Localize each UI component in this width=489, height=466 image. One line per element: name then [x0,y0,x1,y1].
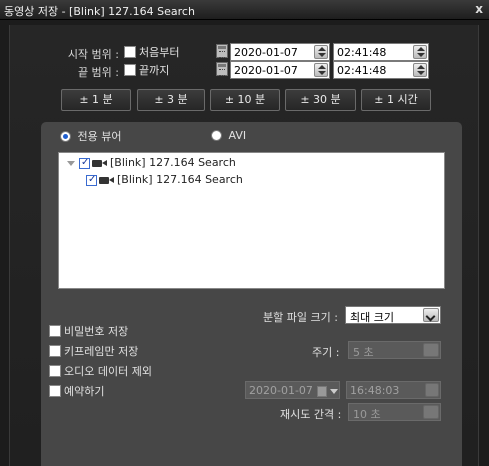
avi-option[interactable]: AVI [211,128,246,142]
dedicated-viewer-label: 전용 뷰어 [77,130,122,143]
to-end-option[interactable]: 끝까지 [124,62,169,78]
calendar-icon[interactable] [316,385,327,397]
calendar-icon[interactable] [216,62,228,76]
avi-label: AVI [228,128,247,142]
plus-minus-3-min-button[interactable]: ± 3 분 [137,89,205,111]
schedule-option[interactable]: 예약하기 [49,383,104,399]
keyframe-only-option[interactable]: 키프레임만 저장 [49,343,138,359]
window-title: 동영상 저장 - [Blink] 127.164 Search [4,5,195,18]
period-value: 5 초 [353,346,374,359]
schedule-time-spinner[interactable] [425,383,439,397]
plus-minus-1-min-button[interactable]: ± 1 분 [61,89,131,111]
end-date-field[interactable]: 2020-01-07 [230,61,330,79]
tree-child-checkbox[interactable] [86,173,97,187]
calendar-icon[interactable] [216,44,228,58]
chevron-down-icon[interactable] [329,388,338,394]
end-time-field[interactable]: 02:41:48 [333,61,429,79]
plus-minus-1-hour-button[interactable]: ± 1 시간 [361,89,431,111]
plus-minus-30-min-button[interactable]: ± 30 분 [285,89,356,111]
schedule-checkbox[interactable] [49,385,61,397]
start-time-spinner[interactable] [413,45,427,59]
expand-arrow-icon[interactable] [67,160,75,166]
save-password-checkbox[interactable] [49,325,61,337]
title-bar: 동영상 저장 - [Blink] 127.164 Search x [0,0,489,20]
keyframe-only-label: 키프레임만 저장 [64,345,139,358]
dedicated-viewer-radio[interactable] [60,130,71,142]
tree-root-node[interactable]: [Blink] 127.164 Search [67,156,236,170]
end-date-value: 2020-01-07 [234,64,298,77]
split-size-value: 최대 크기 [350,311,394,324]
end-time-spinner[interactable] [413,63,427,77]
period-select[interactable]: 5 초 [348,341,441,359]
plus-minus-10-min-button[interactable]: ± 10 분 [210,89,280,111]
split-size-label: 분할 파일 크기 : [263,311,338,324]
tree-root-checkbox[interactable] [79,156,90,170]
start-date-spinner[interactable] [314,45,328,59]
save-password-label: 비밀번호 저장 [64,325,129,338]
exclude-audio-option[interactable]: 오디오 데이터 제외 [49,363,152,379]
retry-interval-label: 재시도 간격 : [280,408,342,421]
chevron-down-icon[interactable] [423,405,439,419]
retry-interval-select[interactable]: 10 초 [348,403,441,421]
end-time-value: 02:41:48 [337,64,387,77]
tree-root-label: [Blink] 127.164 Search [110,156,236,169]
from-beginning-label: 처음부터 [139,46,180,59]
end-date-spinner[interactable] [314,63,328,77]
schedule-date-value: 2020-01-07 [249,384,313,397]
from-beginning-option[interactable]: 처음부터 [124,44,179,60]
chevron-down-icon[interactable] [423,343,439,357]
tree-child-label: [Blink] 127.164 Search [117,173,243,186]
start-time-value: 02:41:48 [337,46,387,59]
to-end-label: 끝까지 [139,64,170,77]
chevron-down-icon[interactable] [423,308,439,322]
camera-icon [99,176,115,185]
exclude-audio-label: 오디오 데이터 제외 [64,365,152,378]
avi-radio[interactable] [211,129,222,141]
retry-interval-value: 10 초 [353,408,381,421]
save-password-option[interactable]: 비밀번호 저장 [49,323,128,339]
end-range-label: 끝 범위 : [77,66,119,79]
start-date-field[interactable]: 2020-01-07 [230,43,330,61]
to-end-checkbox[interactable] [124,64,136,76]
keyframe-only-checkbox[interactable] [49,345,61,357]
camera-icon [92,159,108,168]
period-label: 주기 : [312,346,340,359]
schedule-time-field[interactable]: 16:48:03 [346,381,441,399]
tree-child-node[interactable]: [Blink] 127.164 Search [86,173,243,187]
start-date-value: 2020-01-07 [234,46,298,59]
from-beginning-checkbox[interactable] [124,46,136,58]
schedule-date-field[interactable]: 2020-01-07 [245,381,340,399]
start-time-field[interactable]: 02:41:48 [333,43,429,61]
schedule-time-value: 16:48:03 [350,384,400,397]
schedule-label: 예약하기 [64,385,105,398]
start-range-label: 시작 범위 : [67,48,119,61]
exclude-audio-checkbox[interactable] [49,365,61,377]
close-icon[interactable]: x [475,2,483,16]
split-size-select[interactable]: 최대 크기 [345,306,441,324]
dedicated-viewer-option[interactable]: 전용 뷰어 [60,128,121,144]
camera-tree: [Blink] 127.164 Search [Blink] 127.164 S… [58,152,445,289]
